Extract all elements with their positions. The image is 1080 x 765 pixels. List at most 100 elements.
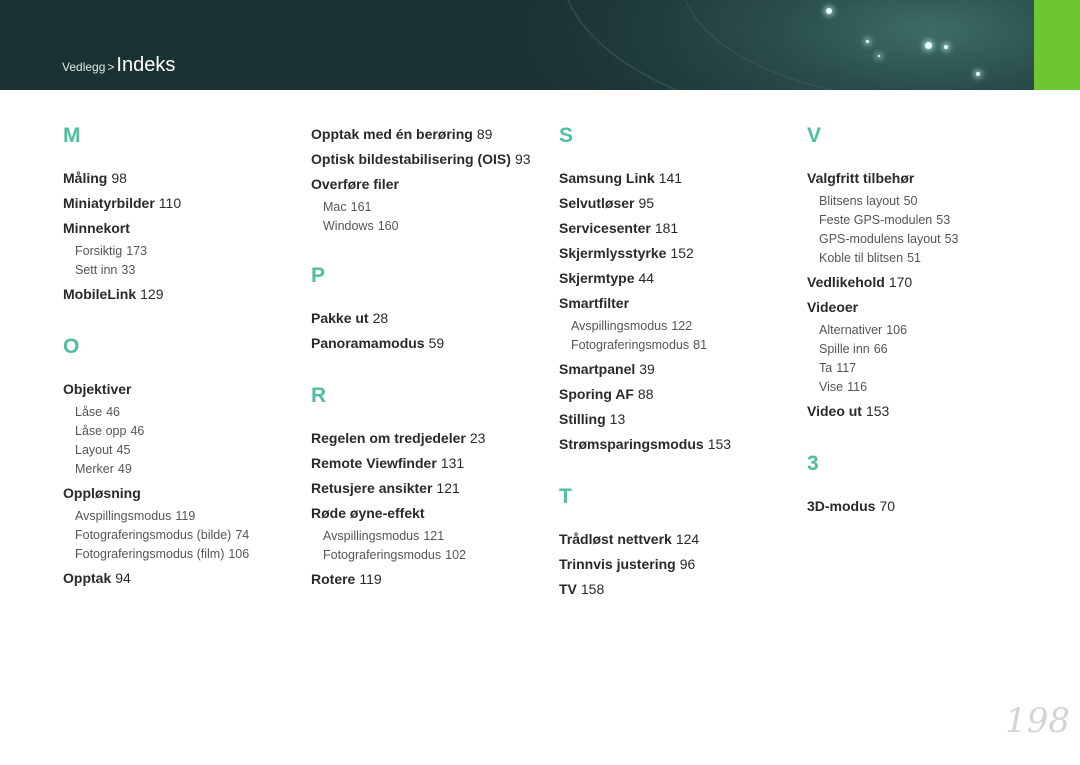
index-entry-page[interactable]: 13 — [610, 411, 626, 427]
index-entry[interactable]: Samsung Link 141 — [559, 166, 799, 191]
index-entry-page[interactable]: 181 — [655, 220, 678, 236]
index-subentry-page[interactable]: 122 — [671, 319, 692, 333]
index-subentry-page[interactable]: 46 — [106, 405, 120, 419]
index-entry-page[interactable]: 44 — [638, 270, 654, 286]
index-entry[interactable]: Måling 98 — [63, 166, 303, 191]
breadcrumb-parent[interactable]: Vedlegg — [62, 60, 105, 74]
index-subentry-page[interactable]: 106 — [228, 547, 249, 561]
index-subentry-page[interactable]: 160 — [378, 219, 399, 233]
index-subentry-page[interactable]: 102 — [445, 548, 466, 562]
index-entry[interactable]: Smartfilter — [559, 291, 799, 316]
index-subentry[interactable]: Forsiktig 173 — [63, 242, 303, 261]
index-subentry[interactable]: Låse 46 — [63, 403, 303, 422]
index-subentry[interactable]: Blitsens layout 50 — [807, 192, 1047, 211]
index-subentry-page[interactable]: 106 — [886, 323, 907, 337]
index-subentry-page[interactable]: 121 — [423, 529, 444, 543]
index-subentry[interactable]: Koble til blitsen 51 — [807, 249, 1047, 268]
index-subentry[interactable]: Alternativer 106 — [807, 321, 1047, 340]
index-entry-page[interactable]: 170 — [889, 274, 912, 290]
index-entry[interactable]: Strømsparingsmodus 153 — [559, 432, 799, 457]
index-subentry[interactable]: Avspillingsmodus 121 — [311, 527, 551, 546]
index-subentry-page[interactable]: 50 — [904, 194, 918, 208]
index-entry-page[interactable]: 141 — [659, 170, 682, 186]
chapter-tab[interactable] — [1034, 0, 1080, 90]
index-entry[interactable]: Stilling 13 — [559, 407, 799, 432]
index-entry[interactable]: Video ut 153 — [807, 399, 1047, 424]
index-subentry[interactable]: Sett inn 33 — [63, 261, 303, 280]
index-entry-page[interactable]: 153 — [866, 403, 889, 419]
index-entry-page[interactable]: 152 — [670, 245, 693, 261]
index-entry-page[interactable]: 89 — [477, 126, 493, 142]
index-entry[interactable]: Røde øyne-effekt — [311, 501, 551, 526]
index-subentry[interactable]: Layout 45 — [63, 441, 303, 460]
index-entry-page[interactable]: 70 — [879, 498, 895, 514]
index-entry[interactable]: Skjermlysstyrke 152 — [559, 241, 799, 266]
index-entry[interactable]: Retusjere ansikter 121 — [311, 476, 551, 501]
index-entry-page[interactable]: 119 — [359, 571, 381, 587]
index-subentry[interactable]: Fotograferingsmodus 102 — [311, 546, 551, 565]
index-subentry-page[interactable]: 53 — [945, 232, 959, 246]
index-subentry-page[interactable]: 66 — [874, 342, 888, 356]
index-entry[interactable]: Remote Viewfinder 131 — [311, 451, 551, 476]
index-subentry[interactable]: Ta 117 — [807, 359, 1047, 378]
index-entry-page[interactable]: 94 — [115, 570, 131, 586]
index-subentry-page[interactable]: 173 — [126, 244, 147, 258]
index-entry[interactable]: Opptak med én berøring 89 — [311, 122, 551, 147]
index-subentry[interactable]: Låse opp 46 — [63, 422, 303, 441]
index-subentry-page[interactable]: 119 — [175, 509, 195, 523]
index-entry-page[interactable]: 28 — [373, 310, 389, 326]
index-subentry[interactable]: Merker 49 — [63, 460, 303, 479]
index-entry-page[interactable]: 121 — [436, 480, 459, 496]
index-subentry-page[interactable]: 81 — [693, 338, 707, 352]
index-subentry[interactable]: Fotograferingsmodus (bilde) 74 — [63, 526, 303, 545]
index-entry[interactable]: Trådløst nettverk 124 — [559, 527, 799, 552]
index-subentry[interactable]: Avspillingsmodus 122 — [559, 317, 799, 336]
index-entry[interactable]: Opptak 94 — [63, 566, 303, 591]
index-subentry-page[interactable]: 53 — [936, 213, 950, 227]
index-subentry-page[interactable]: 46 — [130, 424, 144, 438]
index-entry[interactable]: Miniatyrbilder 110 — [63, 191, 303, 216]
index-subentry[interactable]: Windows 160 — [311, 217, 551, 236]
index-subentry[interactable]: Feste GPS-modulen 53 — [807, 211, 1047, 230]
index-subentry[interactable]: Mac 161 — [311, 198, 551, 217]
index-subentry[interactable]: Spille inn 66 — [807, 340, 1047, 359]
index-entry-page[interactable]: 96 — [680, 556, 696, 572]
index-entry-page[interactable]: 23 — [470, 430, 486, 446]
index-entry[interactable]: TV 158 — [559, 577, 799, 602]
index-subentry[interactable]: Fotograferingsmodus (film) 106 — [63, 545, 303, 564]
index-entry-page[interactable]: 88 — [638, 386, 654, 402]
index-entry[interactable]: 3D-modus 70 — [807, 494, 1047, 519]
index-entry[interactable]: Servicesenter 181 — [559, 216, 799, 241]
index-entry[interactable]: Trinnvis justering 96 — [559, 552, 799, 577]
index-entry[interactable]: Videoer — [807, 295, 1047, 320]
index-subentry-page[interactable]: 51 — [907, 251, 921, 265]
index-subentry[interactable]: Fotograferingsmodus 81 — [559, 336, 799, 355]
index-entry-page[interactable]: 124 — [676, 531, 699, 547]
index-entry[interactable]: Optisk bildestabilisering (OIS) 93 — [311, 147, 551, 172]
index-subentry-page[interactable]: 117 — [836, 361, 856, 375]
index-subentry-page[interactable]: 74 — [235, 528, 249, 542]
index-subentry[interactable]: GPS-modulens layout 53 — [807, 230, 1047, 249]
index-entry[interactable]: Sporing AF 88 — [559, 382, 799, 407]
index-entry[interactable]: Pakke ut 28 — [311, 306, 551, 331]
index-entry[interactable]: MobileLink 129 — [63, 282, 303, 307]
index-entry[interactable]: Smartpanel 39 — [559, 357, 799, 382]
index-subentry-page[interactable]: 116 — [847, 380, 867, 394]
index-entry[interactable]: Objektiver — [63, 377, 303, 402]
index-entry-page[interactable]: 93 — [515, 151, 531, 167]
index-entry[interactable]: Minnekort — [63, 216, 303, 241]
index-entry[interactable]: Vedlikehold 170 — [807, 270, 1047, 295]
index-subentry-page[interactable]: 49 — [118, 462, 132, 476]
index-entry[interactable]: Selvutløser 95 — [559, 191, 799, 216]
index-entry-page[interactable]: 129 — [140, 286, 163, 302]
index-entry-page[interactable]: 39 — [639, 361, 655, 377]
index-entry[interactable]: Overføre filer — [311, 172, 551, 197]
index-entry-page[interactable]: 131 — [441, 455, 464, 471]
index-entry[interactable]: Oppløsning — [63, 481, 303, 506]
index-entry-page[interactable]: 59 — [429, 335, 445, 351]
index-entry-page[interactable]: 158 — [581, 581, 604, 597]
index-entry-page[interactable]: 98 — [111, 170, 127, 186]
index-entry-page[interactable]: 95 — [638, 195, 654, 211]
index-entry[interactable]: Skjermtype 44 — [559, 266, 799, 291]
index-subentry[interactable]: Avspillingsmodus 119 — [63, 507, 303, 526]
